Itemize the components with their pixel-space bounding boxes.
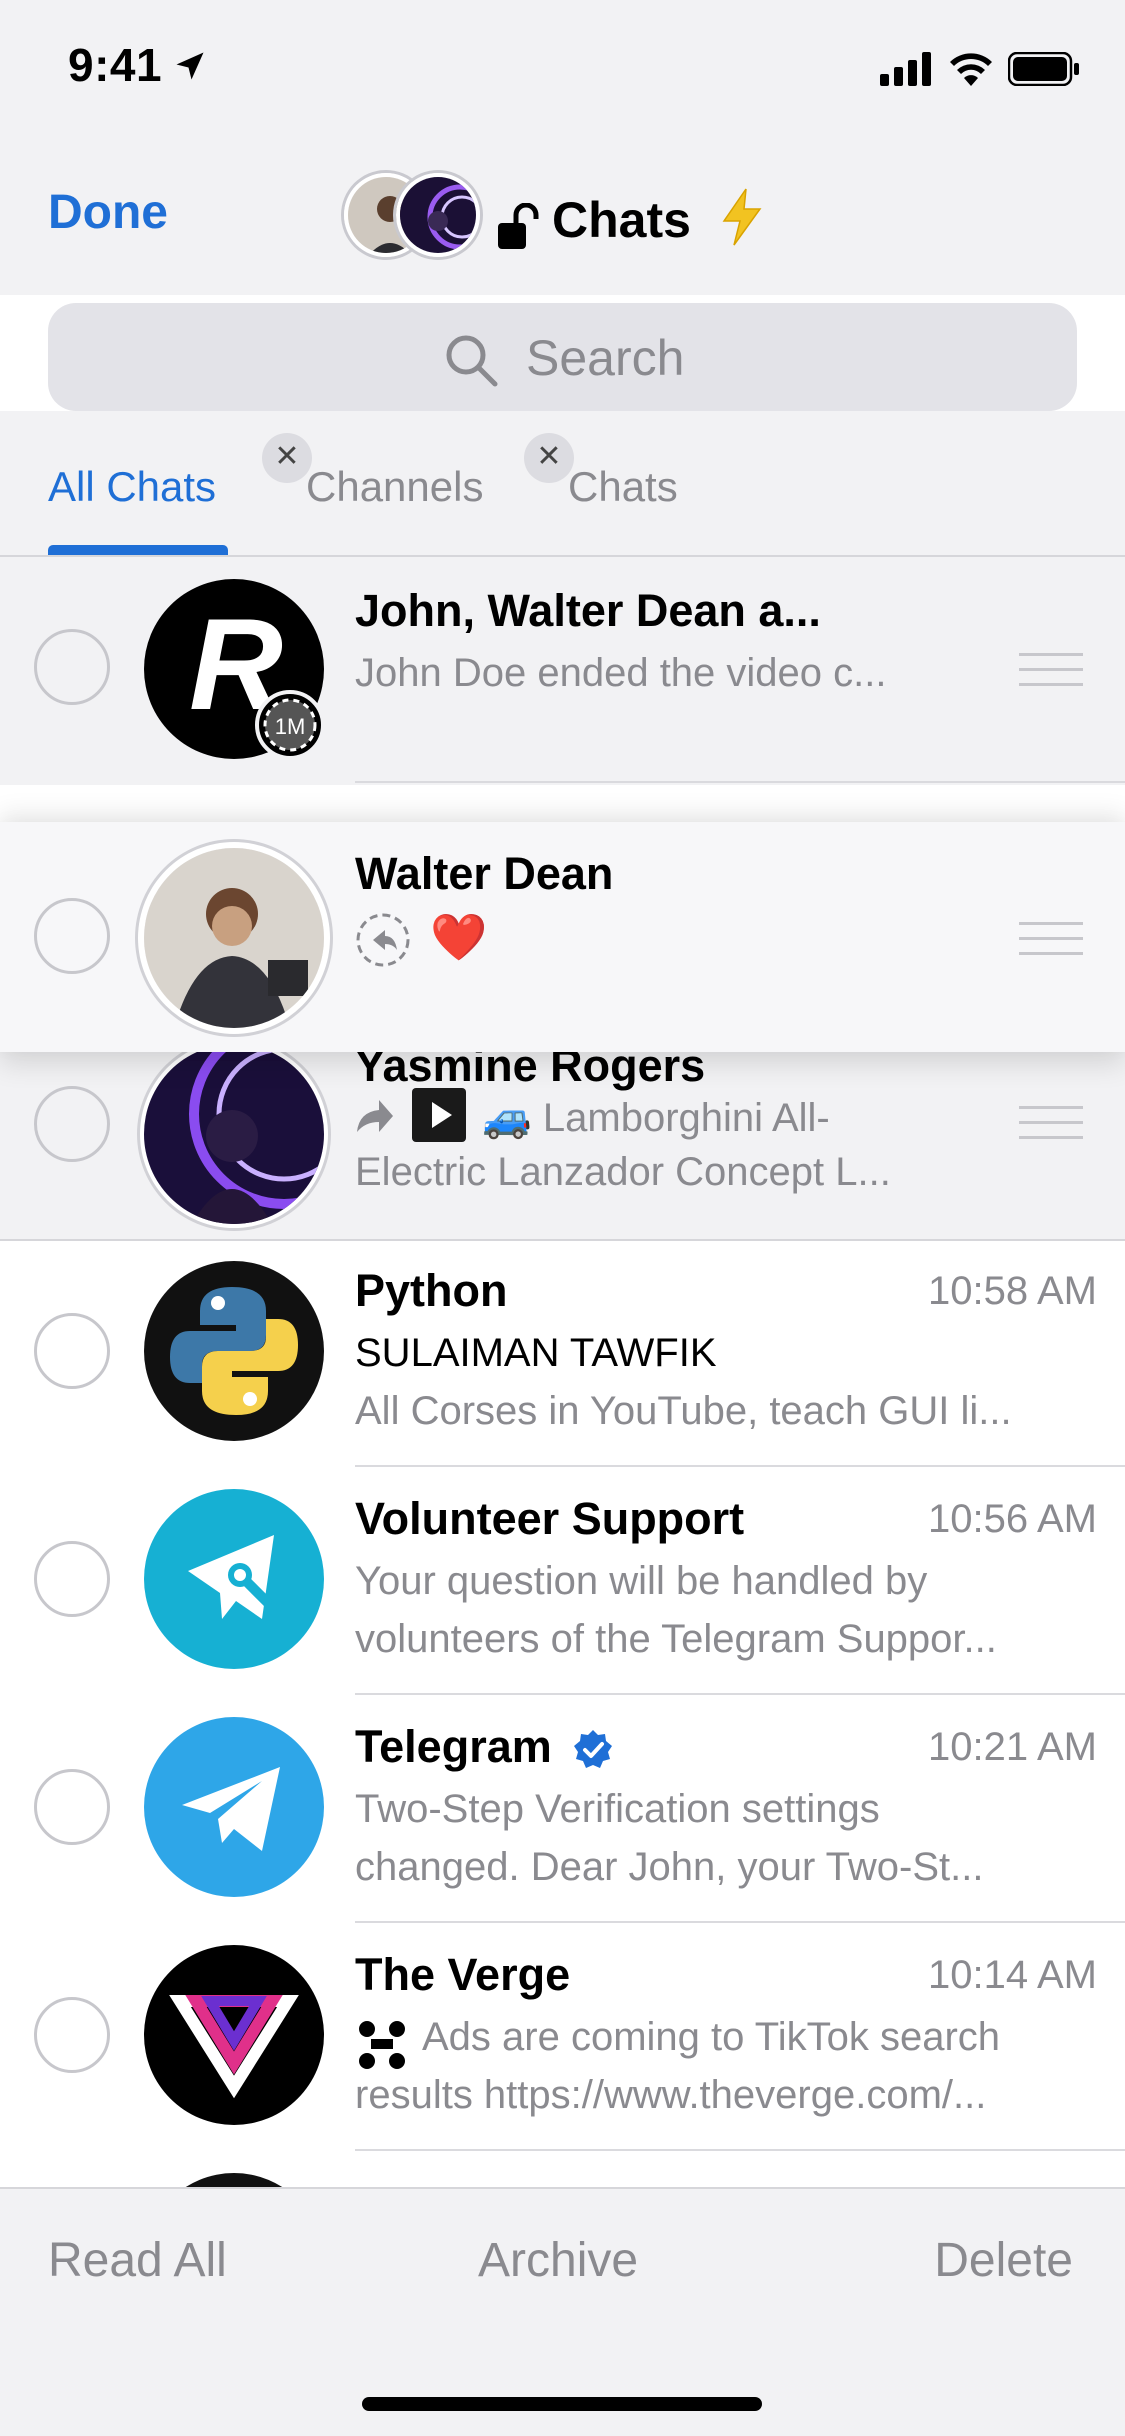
chat-row[interactable]: Yasmine Rogers 🚙 Lamborghini All- Electr…: [0, 1040, 1125, 1260]
select-radio[interactable]: [34, 629, 110, 705]
forward-arrow-icon: [357, 1100, 393, 1132]
svg-text:1M: 1M: [275, 714, 306, 739]
chat-row[interactable]: R 1M John, Walter Dean a... John Doe end…: [0, 557, 1125, 785]
chat-preview: Ads are coming to TikTok search: [422, 2015, 1001, 2059]
avatar: [144, 1044, 324, 1224]
chat-name: Walter Dean: [355, 848, 614, 899]
reorder-handle-icon[interactable]: [1019, 922, 1083, 958]
avatar: [144, 1489, 324, 1669]
avatar: [144, 848, 324, 1028]
tab-all-chats[interactable]: All Chats: [48, 463, 216, 511]
chat-row[interactable]: The Verge 10:14 AM Ads are coming to Tik…: [0, 1923, 1125, 2151]
chat-preview: Your question will be handled by: [355, 1559, 928, 1603]
tiktok-thumbnail-icon: [355, 2017, 409, 2071]
search-input[interactable]: Search: [48, 303, 1077, 411]
chat-row[interactable]: Python 10:58 AM SULAIMAN TAWFIK All Cors…: [0, 1239, 1125, 1467]
video-thumbnail-icon: [412, 1088, 466, 1142]
select-radio[interactable]: [34, 1769, 110, 1845]
chat-preview: ❤️: [430, 911, 488, 963]
select-radio[interactable]: [34, 1313, 110, 1389]
chat-row[interactable]: Volunteer Support 10:56 AM Your question…: [0, 1467, 1125, 1695]
search-icon: [446, 335, 498, 387]
folder-tabs: All Chats ✕ Channels ✕ Chats: [0, 411, 1125, 556]
chat-time: 10:56 AM: [927, 1497, 1097, 1541]
select-radio[interactable]: [34, 1086, 110, 1162]
chat-row[interactable]: [0, 2151, 1125, 2187]
archive-button[interactable]: Archive: [478, 2233, 638, 2288]
bottom-toolbar: Read All Archive Delete: [0, 2187, 1125, 2436]
chat-name: The Verge: [355, 1949, 571, 2000]
select-radio[interactable]: [34, 1541, 110, 1617]
chat-name: Volunteer Support: [355, 1493, 745, 1544]
chat-preview-line2: results https://www.theverge.com/...: [355, 2073, 987, 2117]
lock-open-icon: [498, 203, 539, 249]
chat-name: Telegram: [355, 1721, 552, 1772]
account-avatar-2: [396, 173, 480, 257]
avatar: [144, 1717, 324, 1897]
avatar: [144, 2173, 324, 2187]
auto-delete-timer-icon: 1M: [255, 690, 325, 760]
reply-icon: [356, 913, 410, 967]
verified-badge-icon: [574, 1730, 612, 1768]
avatar: [144, 1261, 324, 1441]
battery-icon: [1008, 52, 1079, 86]
lightning-icon: [722, 188, 762, 246]
wifi-icon: [950, 53, 992, 86]
chat-name: John, Walter Dean a...: [355, 585, 821, 636]
remove-tab-channels-button[interactable]: ✕: [262, 433, 312, 483]
chat-time: 10:14 AM: [927, 1953, 1097, 1997]
tab-chats[interactable]: Chats: [568, 463, 678, 511]
chat-list[interactable]: R 1M John, Walter Dean a... John Doe end…: [0, 557, 1125, 2187]
chat-row-dragging[interactable]: Walter Dean ❤️: [0, 822, 1125, 1052]
reorder-handle-icon[interactable]: [1019, 1106, 1083, 1142]
chat-preview-line2: Electric Lanzador Concept L...: [355, 1150, 891, 1194]
chat-sender: SULAIMAN TAWFIK: [355, 1331, 717, 1375]
chat-preview-line2: volunteers of the Telegram Suppor...: [355, 1617, 997, 1661]
page-title: Chats: [552, 192, 691, 248]
status-bar: 9:41: [0, 0, 1125, 135]
status-time: 9:41: [68, 39, 163, 91]
chat-name: Python: [355, 1265, 508, 1316]
search-placeholder: Search: [526, 330, 685, 386]
select-radio[interactable]: [34, 1997, 110, 2073]
chat-time: 10:21 AM: [927, 1725, 1097, 1769]
home-indicator: [362, 2397, 762, 2411]
avatar: [144, 1945, 324, 2125]
chat-preview: 🚙 Lamborghini All-: [482, 1096, 830, 1140]
active-tab-indicator: [48, 545, 228, 555]
chat-row[interactable]: Telegram 10:21 AM Two-Step Verification …: [0, 1695, 1125, 1923]
section-divider: [0, 1239, 1125, 1241]
read-all-button[interactable]: Read All: [48, 2233, 227, 2288]
chat-preview: All Corses in YouTube, teach GUI li...: [355, 1389, 1012, 1433]
chat-preview: John Doe ended the video c...: [355, 651, 887, 695]
chat-preview: Two-Step Verification settings: [355, 1787, 880, 1831]
navigation-bar: Done Chats: [0, 135, 1125, 295]
cellular-signal-icon: [880, 52, 931, 86]
done-button[interactable]: Done: [48, 185, 168, 240]
delete-button[interactable]: Delete: [934, 2233, 1073, 2288]
remove-tab-chats-button[interactable]: ✕: [524, 433, 574, 483]
location-arrow-icon: [176, 52, 204, 80]
chat-preview-line2: changed. Dear John, your Two-St...: [355, 1845, 984, 1889]
tab-channels[interactable]: Channels: [306, 463, 483, 511]
row-divider: [355, 781, 1125, 783]
reorder-handle-icon[interactable]: [1019, 653, 1083, 689]
select-radio[interactable]: [34, 898, 110, 974]
chat-time: 10:58 AM: [927, 1269, 1097, 1313]
